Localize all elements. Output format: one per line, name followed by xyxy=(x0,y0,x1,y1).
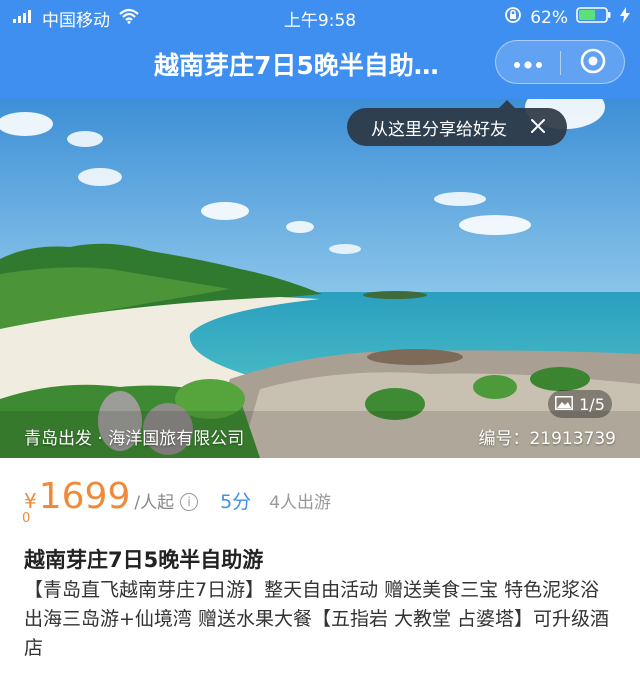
image-icon xyxy=(555,395,574,414)
pager-count: 1/5 xyxy=(579,394,605,414)
travelers-count: 4人出游 xyxy=(269,493,332,513)
more-icon xyxy=(513,54,543,73)
product-description: 【青岛直飞越南芽庄7日游】整天自由活动 赠送美食三宝 特色泥浆浴 出海三岛游+仙… xyxy=(24,579,610,659)
header-bar: 中国移动 上午9:58 62% 越南芽庄7日5晚半自助… xyxy=(0,0,640,99)
tooltip-close-icon[interactable] xyxy=(529,117,547,140)
gallery-pager: 1/5 xyxy=(548,390,612,418)
price-unit: /人起 xyxy=(134,493,175,513)
close-button[interactable] xyxy=(561,41,625,85)
battery-icon xyxy=(576,6,612,29)
price-value: 1699 xyxy=(38,476,131,517)
beach-photo xyxy=(0,99,640,458)
share-tooltip: 从这里分享给好友 xyxy=(347,100,567,146)
product-code: 编号：21913739 xyxy=(478,429,616,449)
battery-percent: 62% xyxy=(530,7,568,28)
status-bar: 中国移动 上午9:58 62% xyxy=(0,0,640,32)
page-title: 越南芽庄7日5晚半自助… xyxy=(154,51,439,80)
tooltip-text: 从这里分享给好友 xyxy=(371,119,507,140)
rotation-lock-icon xyxy=(504,6,522,29)
info-icon[interactable]: i xyxy=(180,493,199,511)
tooltip-arrow xyxy=(499,100,515,108)
close-circle-icon xyxy=(580,48,606,78)
rating-score: 5分 xyxy=(220,491,252,513)
more-button[interactable] xyxy=(496,41,560,85)
product-title: 越南芽庄7日5晚半自助游 xyxy=(24,548,264,572)
price-trailing-digit: 0 xyxy=(22,511,31,526)
departure-agency: 青岛出发 · 海洋国旅有限公司 xyxy=(24,429,245,449)
charging-icon xyxy=(620,7,630,28)
miniprogram-capsule xyxy=(495,40,625,84)
price-row: ¥ 1699 /人起 i 5分 4人出游 xyxy=(24,476,332,517)
currency-symbol: ¥ xyxy=(24,489,37,513)
gallery-image[interactable] xyxy=(0,99,640,458)
